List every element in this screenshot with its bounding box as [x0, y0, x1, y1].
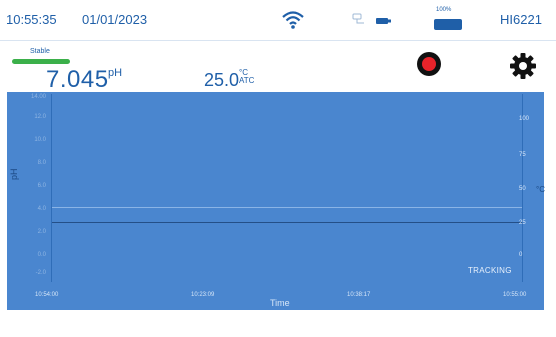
record-button[interactable]	[417, 52, 441, 76]
right-tick: 50	[519, 186, 526, 192]
plot-area	[51, 94, 523, 282]
right-tick: 75	[519, 152, 526, 158]
clock-time: 10:55:35	[6, 12, 57, 27]
x-tick: 10:54:00	[35, 292, 59, 298]
trace-line-ph	[52, 222, 522, 223]
ph-reading: 7.045	[46, 66, 109, 93]
left-tick: 2.0	[37, 229, 46, 235]
gear-icon[interactable]	[509, 52, 537, 80]
right-tick: 100	[519, 116, 530, 122]
model-name: HI6221	[500, 12, 542, 27]
battery-icon	[434, 19, 462, 30]
temperature-unit: °C ATC	[239, 69, 254, 85]
left-tick: 10.0	[34, 137, 46, 143]
tracking-label: TRACKING	[468, 266, 512, 275]
left-tick: 0.0	[37, 252, 46, 258]
stability-label: Stable	[30, 48, 50, 55]
ph-unit: pH	[108, 67, 123, 79]
x-tick: 10:55:00	[503, 292, 527, 298]
left-tick: 6.0	[37, 183, 46, 189]
right-tick: 25	[519, 220, 526, 226]
trace-line-upper	[52, 207, 522, 208]
left-tick: 4.0	[37, 206, 46, 212]
wifi-icon	[282, 11, 304, 29]
status-bar: 10:55:35 01/01/2023 100% HI6221	[0, 0, 556, 41]
record-icon	[422, 57, 436, 71]
stability-indicator	[12, 59, 70, 64]
right-tick: 0	[519, 252, 523, 258]
left-tick: 8.0	[37, 160, 46, 166]
left-tick: 12.0	[34, 114, 46, 120]
temperature-unit-atc: ATC	[239, 76, 255, 85]
left-tick: 14.00	[30, 94, 46, 100]
x-tick: 10:23:09	[191, 292, 215, 298]
temperature-reading: 25.0	[204, 70, 240, 90]
right-axis-label: °C	[536, 185, 545, 194]
x-tick: 10:38:17	[347, 292, 371, 298]
x-axis-label: Time	[270, 298, 290, 308]
y-axis-label: pH	[9, 168, 19, 180]
clock-date: 01/01/2023	[82, 12, 148, 27]
usb-icon	[352, 13, 391, 24]
left-tick: -2.0	[35, 270, 46, 276]
battery-percent: 100%	[436, 7, 452, 13]
ph-graph[interactable]: pH 14.00 12.0 10.0 8.0 6.0 4.0 2.0 0.0 -…	[7, 92, 545, 310]
